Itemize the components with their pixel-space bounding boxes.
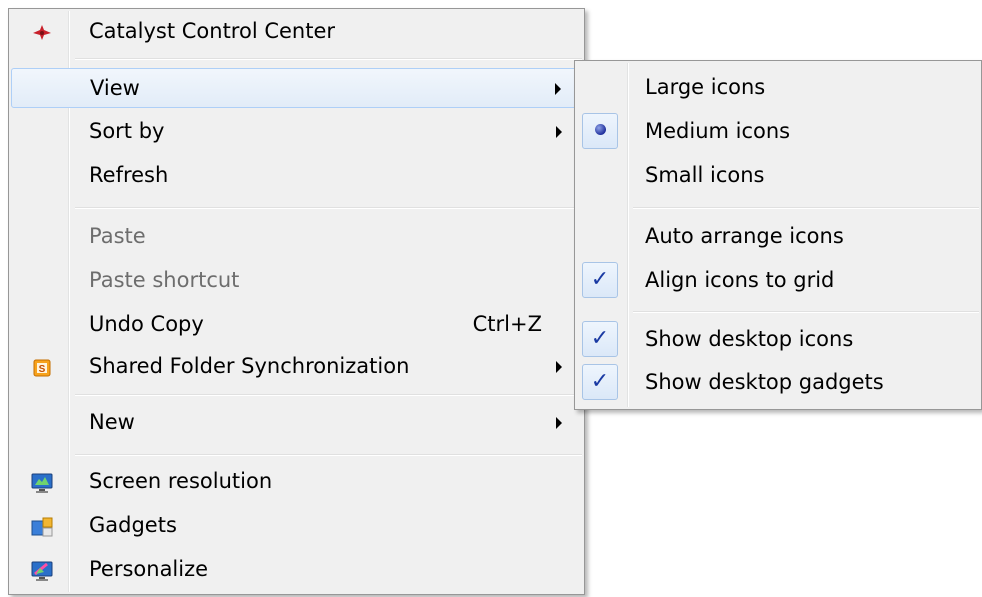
menu-item-label: Shared Folder Synchronization	[89, 354, 410, 378]
menu-item-label: Show desktop icons	[645, 327, 854, 351]
menu-item-label: Screen resolution	[89, 469, 273, 493]
view-submenu: Large icons Medium icons Small icons Aut…	[574, 60, 982, 410]
menu-item-sort-by[interactable]: Sort by	[11, 112, 582, 152]
gadgets-icon	[31, 517, 53, 537]
menu-item-view[interactable]: View	[11, 68, 582, 108]
menu-item-label: View	[90, 76, 140, 100]
menu-separator	[75, 394, 582, 396]
submenu-item-small-icons[interactable]: Small icons	[577, 156, 979, 196]
menu-item-label: New	[89, 410, 135, 434]
menu-item-refresh[interactable]: Refresh	[11, 156, 582, 196]
menu-separator	[75, 454, 582, 456]
shortcut-label: Ctrl+Z	[472, 312, 542, 336]
menu-item-paste-shortcut: Paste shortcut	[11, 261, 582, 301]
submenu-arrow-icon	[555, 83, 561, 95]
menu-item-label: Catalyst Control Center	[89, 19, 336, 43]
submenu-arrow-icon	[556, 361, 562, 373]
catalyst-icon	[33, 25, 51, 40]
menu-item-label: Paste	[89, 224, 146, 248]
menu-item-new[interactable]: New	[11, 403, 582, 443]
svg-text:S: S	[39, 364, 46, 375]
checkmark-icon: ✓	[582, 364, 618, 400]
menu-item-label: Small icons	[645, 163, 765, 187]
menu-separator	[75, 58, 582, 60]
menu-item-screen-resolution[interactable]: Screen resolution	[11, 462, 582, 502]
menu-item-label: Sort by	[89, 119, 165, 143]
menu-item-label: Personalize	[89, 557, 209, 581]
menu-item-label: Undo Copy	[89, 312, 204, 336]
personalize-icon	[31, 561, 53, 581]
submenu-item-show-desktop-icons[interactable]: ✓ Show desktop icons	[577, 320, 979, 360]
menu-item-label: Refresh	[89, 163, 169, 187]
checkmark-icon: ✓	[582, 321, 618, 357]
submenu-item-large-icons[interactable]: Large icons	[577, 68, 979, 108]
shared-folder-sync-icon: S	[33, 359, 51, 377]
submenu-item-align-icons-to-grid[interactable]: ✓ Align icons to grid	[577, 261, 979, 301]
submenu-item-medium-icons[interactable]: Medium icons	[577, 112, 979, 152]
menu-item-personalize[interactable]: Personalize	[11, 550, 582, 590]
submenu-arrow-icon	[556, 417, 562, 429]
screen-resolution-icon	[31, 473, 53, 493]
radio-bullet-icon	[582, 113, 618, 149]
menu-item-undo-copy[interactable]: Undo Copy Ctrl+Z	[11, 305, 582, 345]
submenu-arrow-icon	[556, 126, 562, 138]
menu-item-paste: Paste	[11, 217, 582, 257]
menu-item-label: Medium icons	[645, 119, 791, 143]
menu-item-label: Gadgets	[89, 513, 177, 537]
submenu-item-show-desktop-gadgets[interactable]: ✓ Show desktop gadgets	[577, 363, 979, 403]
menu-item-gadgets[interactable]: Gadgets	[11, 506, 582, 546]
submenu-item-auto-arrange-icons[interactable]: Auto arrange icons	[577, 217, 979, 257]
menu-item-label: Auto arrange icons	[645, 224, 844, 248]
menu-separator	[75, 207, 582, 209]
menu-item-catalyst-control-center[interactable]: Catalyst Control Center	[11, 12, 582, 52]
menu-item-shared-folder-synchronization[interactable]: S Shared Folder Synchronization	[11, 347, 582, 387]
menu-separator	[633, 311, 979, 313]
menu-item-label: Large icons	[645, 75, 766, 99]
menu-item-label: Show desktop gadgets	[645, 370, 884, 394]
menu-item-label: Align icons to grid	[645, 268, 835, 292]
desktop-context-menu: Catalyst Control Center View Sort by Ref…	[8, 8, 585, 595]
menu-separator	[633, 207, 979, 209]
menu-item-label: Paste shortcut	[89, 268, 240, 292]
checkmark-icon: ✓	[582, 262, 618, 298]
